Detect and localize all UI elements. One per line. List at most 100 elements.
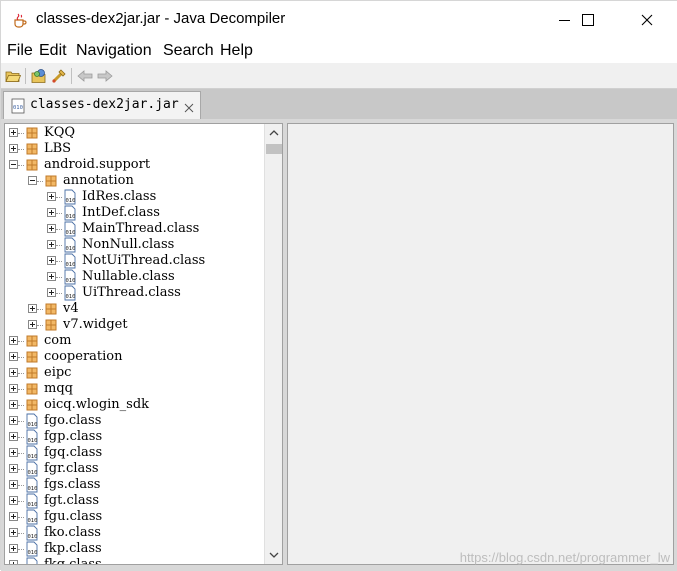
back-button[interactable] (76, 67, 94, 85)
expand-toggle[interactable] (9, 544, 18, 553)
tree-node-label: eipc (44, 365, 72, 380)
expand-toggle[interactable] (9, 480, 18, 489)
tree-node-label: KQQ (44, 125, 76, 140)
scroll-down-button[interactable] (265, 547, 282, 564)
expand-toggle[interactable] (47, 256, 56, 265)
tree-package-node[interactable]: oicq.wlogin_sdk (5, 397, 264, 413)
expand-toggle[interactable] (9, 336, 18, 345)
menu-edit[interactable]: Edit (39, 42, 67, 60)
expand-toggle[interactable] (47, 240, 56, 249)
tree-class-node[interactable]: 010 fgt.class (5, 493, 264, 509)
class-file-icon: 010 (24, 413, 40, 429)
menu-help[interactable]: Help (220, 42, 253, 60)
open-type-hierarchy-button[interactable] (50, 67, 68, 85)
menu-file[interactable]: File (7, 42, 33, 60)
open-type-button[interactable] (30, 67, 48, 85)
tree-package-node[interactable]: android.support (5, 157, 264, 173)
svg-text:010: 010 (28, 534, 38, 540)
expand-toggle[interactable] (9, 496, 18, 505)
tree-package-node[interactable]: v7.widget (5, 317, 264, 333)
expand-toggle[interactable] (28, 304, 37, 313)
tree-class-node[interactable]: 010 fkp.class (5, 541, 264, 557)
tree-package-node[interactable]: v4 (5, 301, 264, 317)
menu-search[interactable]: Search (163, 42, 214, 60)
tree-class-node[interactable]: 010 NotUiThread.class (5, 253, 264, 269)
expand-toggle[interactable] (9, 352, 18, 361)
chevron-down-icon (269, 552, 278, 558)
package-tree[interactable]: KQQ LBS android.support annotation 010 IdRes.… (5, 124, 264, 564)
tree-class-node[interactable]: 010 fkq.class (5, 557, 264, 564)
expand-toggle[interactable] (28, 320, 37, 329)
open-file-button[interactable] (4, 67, 22, 85)
expand-toggle[interactable] (9, 464, 18, 473)
tree-class-node[interactable]: 010 fgs.class (5, 477, 264, 493)
tree-class-node[interactable]: 010 fgq.class (5, 445, 264, 461)
tree-class-node[interactable]: 010 fgo.class (5, 413, 264, 429)
class-file-icon: 010 (24, 445, 40, 461)
tree-class-node[interactable]: 010 Nullable.class (5, 269, 264, 285)
expand-toggle[interactable] (9, 560, 18, 564)
scroll-up-button[interactable] (265, 124, 282, 141)
expand-toggle[interactable] (9, 128, 18, 137)
collapse-toggle[interactable] (9, 160, 18, 169)
expand-toggle[interactable] (9, 432, 18, 441)
expand-toggle[interactable] (9, 368, 18, 377)
svg-text:010: 010 (28, 470, 38, 476)
package-icon (24, 381, 40, 397)
tree-class-node[interactable]: 010 IdRes.class (5, 189, 264, 205)
menu-navigation[interactable]: Navigation (76, 42, 152, 60)
tree-package-node[interactable]: com (5, 333, 264, 349)
tree-package-node[interactable]: LBS (5, 141, 264, 157)
expand-toggle[interactable] (9, 144, 18, 153)
forward-icon (97, 70, 113, 82)
tree-package-node[interactable]: mqq (5, 381, 264, 397)
expand-toggle[interactable] (9, 528, 18, 537)
tree-node-label: Nullable.class (82, 269, 175, 284)
tree-class-node[interactable]: 010 UiThread.class (5, 285, 264, 301)
toolbar (1, 63, 677, 89)
tree-class-node[interactable]: 010 MainThread.class (5, 221, 264, 237)
tree-class-node[interactable]: 010 fgu.class (5, 509, 264, 525)
open-file-icon (5, 71, 21, 82)
package-icon (24, 333, 40, 349)
class-file-icon: 010 (62, 205, 78, 221)
tab-classes-dex2jar[interactable]: 010 classes-dex2jar.jar (3, 91, 201, 119)
title-bar[interactable]: classes-dex2jar.jar - Java Decompiler (1, 1, 677, 39)
expand-toggle[interactable] (47, 208, 56, 217)
svg-text:010: 010 (28, 454, 38, 460)
maximize-button[interactable] (565, 1, 611, 39)
tree-class-node[interactable]: 010 fgp.class (5, 429, 264, 445)
expand-toggle[interactable] (47, 224, 56, 233)
expand-toggle[interactable] (9, 448, 18, 457)
tree-node-label: fko.class (44, 525, 101, 540)
expand-toggle[interactable] (47, 288, 56, 297)
tree-vertical-scrollbar[interactable] (264, 124, 282, 564)
expand-toggle[interactable] (9, 416, 18, 425)
tree-class-node[interactable]: 010 fgr.class (5, 461, 264, 477)
class-file-icon: 010 (24, 477, 40, 493)
tree-package-node[interactable]: KQQ (5, 125, 264, 141)
package-icon (24, 125, 40, 141)
expand-toggle[interactable] (9, 512, 18, 521)
tree-node-label: LBS (44, 141, 72, 156)
tree-class-node[interactable]: 010 fko.class (5, 525, 264, 541)
content-area: KQQ LBS android.support annotation 010 IdRes.… (1, 119, 677, 571)
expand-toggle[interactable] (9, 384, 18, 393)
tree-package-node[interactable]: eipc (5, 365, 264, 381)
forward-button[interactable] (96, 67, 114, 85)
jar-file-icon: 010 (11, 98, 25, 118)
tab-close-icon[interactable] (184, 98, 194, 117)
svg-text:010: 010 (28, 438, 38, 444)
close-button[interactable] (624, 1, 670, 39)
expand-toggle[interactable] (9, 400, 18, 409)
tree-package-node[interactable]: cooperation (5, 349, 264, 365)
window-title: classes-dex2jar.jar - Java Decompiler (36, 10, 286, 27)
collapse-toggle[interactable] (28, 176, 37, 185)
tree-class-node[interactable]: 010 NonNull.class (5, 237, 264, 253)
tree-package-node[interactable]: annotation (5, 173, 264, 189)
expand-toggle[interactable] (47, 192, 56, 201)
scroll-thumb[interactable] (266, 144, 282, 154)
tree-node-label: MainThread.class (82, 221, 200, 236)
tree-class-node[interactable]: 010 IntDef.class (5, 205, 264, 221)
expand-toggle[interactable] (47, 272, 56, 281)
